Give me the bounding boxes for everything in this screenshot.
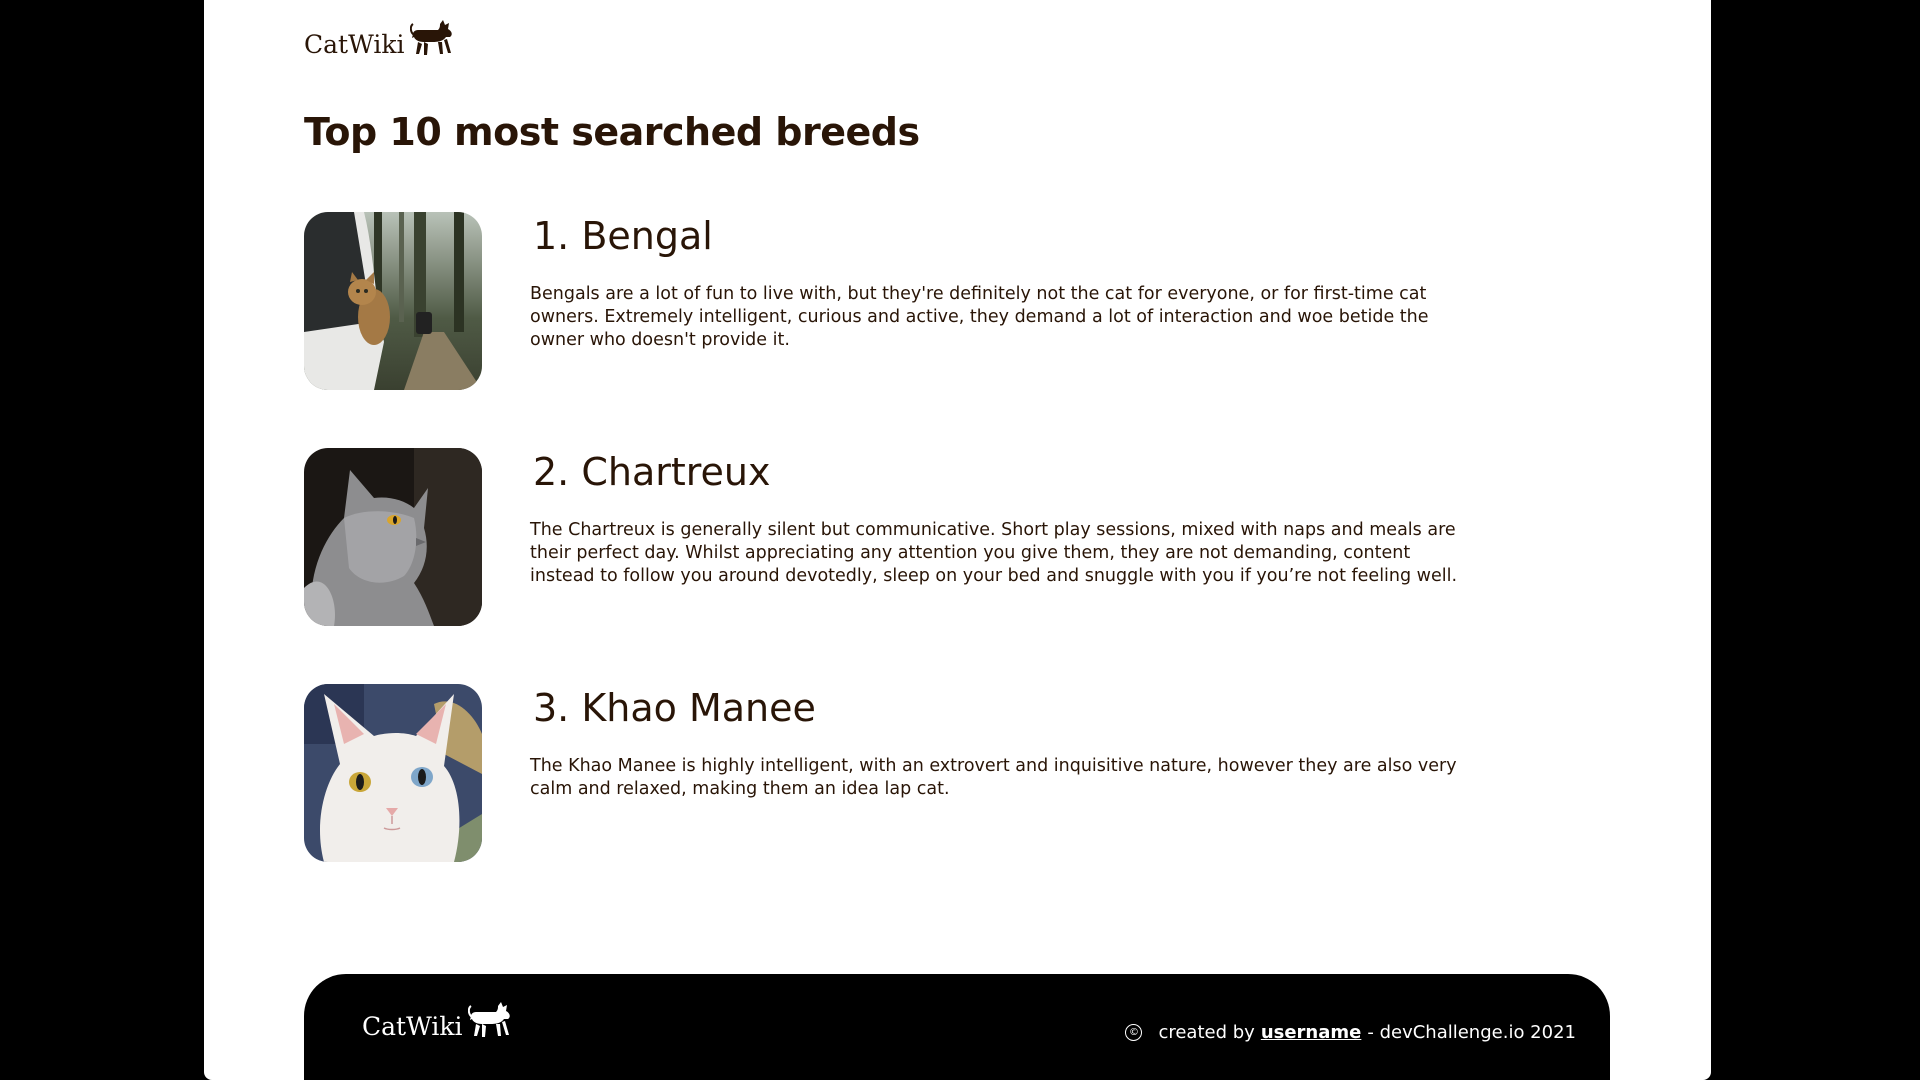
page: CatWiki Top 10 most searched breeds 1. B… xyxy=(204,0,1711,1080)
footer-credit: © created by username - devChallenge.io … xyxy=(1125,1022,1576,1043)
logo-text: CatWiki xyxy=(304,30,405,59)
footer: CatWiki © created by username - devChall… xyxy=(304,974,1610,1080)
cat-logo-icon xyxy=(410,20,456,60)
breed-name[interactable]: 1. Bengal xyxy=(533,214,713,258)
breed-description: The Chartreux is generally silent but co… xyxy=(530,520,1458,586)
credit-suffix: - devChallenge.io 2021 xyxy=(1367,1022,1576,1043)
copyright-icon: © xyxy=(1125,1024,1143,1041)
breed-name[interactable]: 2. Chartreux xyxy=(533,450,771,494)
breed-name[interactable]: 3. Khao Manee xyxy=(533,686,816,730)
cat-logo-icon xyxy=(468,1002,514,1042)
breed-item: 1. Bengal Bengals are a lot of fun to li… xyxy=(304,212,1524,390)
catwiki-logo[interactable]: CatWiki xyxy=(304,20,456,60)
breed-item: 3. Khao Manee The Khao Manee is highly i… xyxy=(304,684,1524,862)
chartreux-cat-image[interactable] xyxy=(304,448,482,626)
username-link[interactable]: username xyxy=(1261,1022,1362,1043)
footer-logo-text: CatWiki xyxy=(362,1012,463,1041)
page-title: Top 10 most searched breeds xyxy=(304,110,920,154)
bengal-cat-image[interactable] xyxy=(304,212,482,390)
breed-item: 2. Chartreux The Chartreux is generally … xyxy=(304,448,1524,626)
breed-list: 1. Bengal Bengals are a lot of fun to li… xyxy=(304,212,1524,920)
breed-description: The Khao Manee is highly intelligent, wi… xyxy=(530,756,1457,799)
breed-description: Bengals are a lot of fun to live with, b… xyxy=(530,284,1429,350)
footer-catwiki-logo[interactable]: CatWiki xyxy=(362,1002,514,1042)
khao-manee-cat-image[interactable] xyxy=(304,684,482,862)
created-by-label: created by xyxy=(1158,1022,1255,1043)
